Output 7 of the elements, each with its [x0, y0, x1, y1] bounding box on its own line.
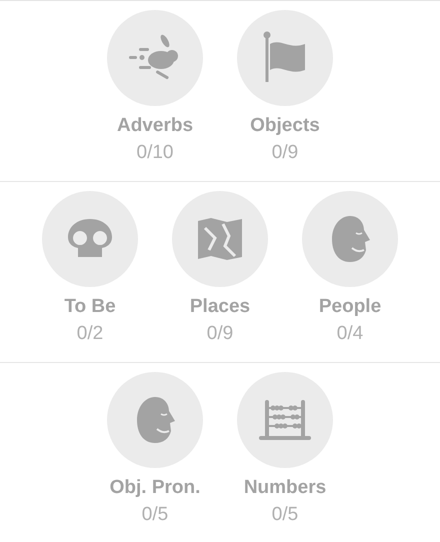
skill-name: Objects — [250, 115, 320, 137]
skill-name: Places — [190, 296, 250, 318]
skill-name: People — [318, 296, 382, 318]
skill-name: Numbers — [244, 477, 326, 499]
skill-name: Obj. Pron. — [110, 477, 200, 499]
skill-name: Adverbs — [116, 115, 194, 137]
skill-name: To Be — [64, 296, 116, 318]
